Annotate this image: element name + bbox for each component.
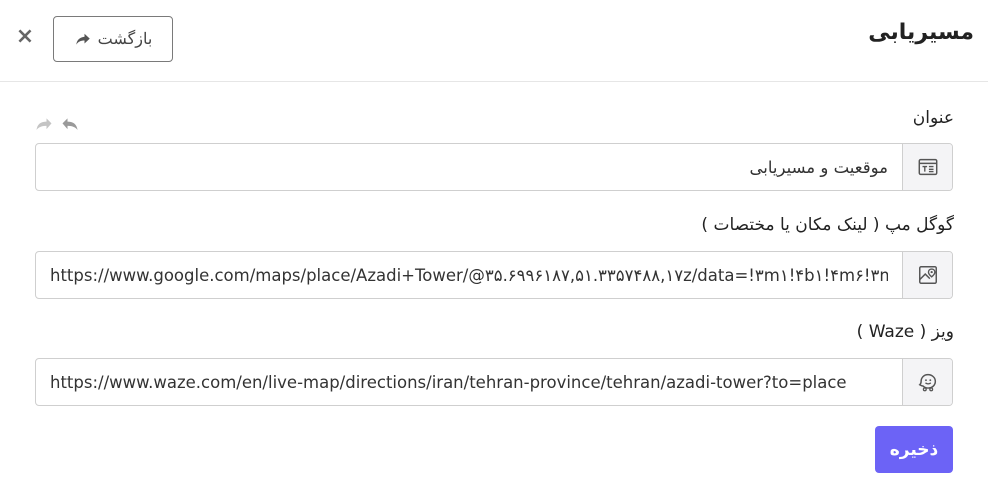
waze-field-label: ویز ( Waze ) (856, 322, 954, 342)
waze-input-addon (902, 359, 952, 405)
google-map-input-group (35, 251, 953, 299)
undo-icon[interactable] (60, 115, 80, 135)
waze-icon (918, 373, 936, 392)
header-bar: مسیریابی بازگشت × (0, 0, 988, 82)
page-title: مسیریابی (868, 20, 974, 45)
save-button[interactable]: ذخیره (875, 426, 953, 473)
google-map-field-label: گوگل مپ ( لینک مکان یا مختصات ) (701, 215, 954, 235)
redo-icon[interactable] (34, 115, 54, 135)
share-forward-icon (75, 33, 90, 45)
title-field-label: عنوان (912, 108, 954, 128)
google-map-input[interactable] (36, 252, 902, 298)
back-button-label: بازگشت (97, 31, 153, 48)
title-input-addon (902, 144, 952, 190)
close-icon[interactable]: × (14, 24, 36, 50)
google-map-input-addon (902, 252, 952, 298)
waze-input[interactable] (36, 359, 902, 405)
map-image-icon (918, 266, 937, 284)
waze-input-group (35, 358, 953, 406)
text-field-icon (918, 158, 937, 176)
title-input-group (35, 143, 953, 191)
back-button[interactable]: بازگشت (53, 16, 173, 62)
title-input[interactable] (36, 144, 902, 190)
undo-redo-group (34, 115, 82, 135)
